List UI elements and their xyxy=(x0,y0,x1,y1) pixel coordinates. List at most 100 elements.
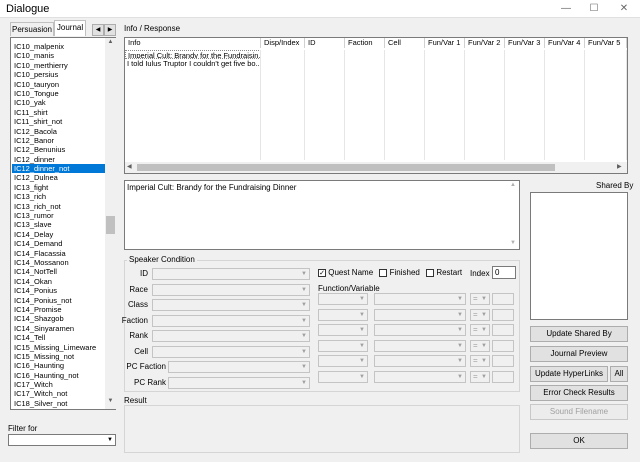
function-combo[interactable]: ▼ xyxy=(318,308,368,321)
list-item[interactable]: IC10_Tongue xyxy=(12,89,106,98)
list-item[interactable]: IC15_Missing_not xyxy=(12,352,106,361)
function-combo[interactable]: ▼ xyxy=(374,355,466,367)
list-item[interactable]: IC14_NotTell xyxy=(12,267,106,276)
tab-persuasion[interactable]: Persuasion xyxy=(10,22,54,36)
quest-name-checkbox[interactable]: ✓ xyxy=(318,268,326,277)
result-textarea[interactable] xyxy=(124,405,520,453)
list-item[interactable]: IC13_rich_not xyxy=(12,202,106,211)
minimize-button[interactable]: — xyxy=(552,0,580,18)
chevron-down-icon[interactable]: ▼ xyxy=(455,372,465,382)
chevron-down-icon[interactable]: ▼ xyxy=(357,341,367,351)
error-check-results-button[interactable]: Error Check Results xyxy=(530,385,628,401)
sound-filename-button[interactable]: Sound Filename xyxy=(530,404,628,420)
list-item[interactable]: IC14_Promise xyxy=(12,305,106,314)
function-combo[interactable]: ▼ xyxy=(318,370,368,383)
chevron-down-icon[interactable]: ▼ xyxy=(455,325,465,335)
column-header[interactable]: Fun/Var 2 xyxy=(465,38,505,48)
maximize-button[interactable]: ☐ xyxy=(580,0,608,18)
list-item[interactable]: IC14_Flacassia xyxy=(12,249,106,258)
list-item[interactable]: IC18_Silver_not xyxy=(12,399,106,408)
list-item[interactable]: IC13_slave xyxy=(12,220,106,229)
list-item[interactable]: IC12_Benunius xyxy=(12,145,106,154)
chevron-down-icon[interactable]: ▼ xyxy=(299,285,309,295)
list-item[interactable]: IC10_tauryon xyxy=(12,80,106,89)
chevron-down-icon[interactable]: ▼ xyxy=(455,341,465,351)
table-row[interactable]: I told Iulus Truptor I couldn't get five… xyxy=(125,59,261,68)
restart-checkbox[interactable] xyxy=(426,268,435,277)
speaker-field-combo[interactable]: ▼ xyxy=(168,361,310,373)
list-item[interactable]: IC13_rumor xyxy=(12,211,106,220)
table-row[interactable]: Imperial Cult: Brandy for the Fundraisin… xyxy=(125,50,261,59)
list-item[interactable]: IC14_Tell xyxy=(12,333,106,342)
function-combo[interactable]: ▼ xyxy=(318,339,368,352)
speaker-field-combo[interactable]: ▼ xyxy=(152,299,310,311)
chevron-down-icon[interactable]: ▼ xyxy=(105,435,115,445)
list-item[interactable]: IC14_Demand xyxy=(12,239,106,248)
scroll-down-icon[interactable]: ▼ xyxy=(106,398,115,407)
chevron-down-icon[interactable]: ▼ xyxy=(455,356,465,366)
operator-combo[interactable]: = ▼ xyxy=(470,370,490,383)
topic-list-scrollbar[interactable]: ▲ ▼ xyxy=(105,38,116,409)
list-item[interactable]: IC11_shirt_not xyxy=(12,117,106,126)
list-item[interactable]: IC15_Missing_Limeware xyxy=(12,343,106,352)
update-hyperlinks-button[interactable]: Update HyperLinks xyxy=(530,366,608,382)
function-combo[interactable]: ▼ xyxy=(318,355,368,367)
chevron-down-icon[interactable]: ▼ xyxy=(299,378,309,388)
speaker-field-combo[interactable]: ▼ xyxy=(152,345,310,358)
speaker-field-combo[interactable]: ▼ xyxy=(168,376,310,389)
chevron-down-icon[interactable]: ▼ xyxy=(479,310,489,320)
speaker-field-combo[interactable]: ▼ xyxy=(152,330,310,342)
chevron-down-icon[interactable]: ▼ xyxy=(479,325,489,335)
function-combo[interactable]: ▼ xyxy=(374,293,466,305)
function-combo[interactable]: ▼ xyxy=(374,324,466,336)
scroll-right-icon[interactable]: ▶ xyxy=(617,163,622,170)
operator-combo[interactable]: = ▼ xyxy=(470,293,490,305)
chevron-down-icon[interactable]: ▼ xyxy=(479,341,489,351)
index-input[interactable]: 0 xyxy=(492,266,516,279)
list-item[interactable]: IC14_Ponius_not xyxy=(12,296,106,305)
chevron-down-icon[interactable]: ▼ xyxy=(299,347,309,357)
list-item[interactable]: IC14_Delay xyxy=(12,230,106,239)
value-field[interactable] xyxy=(492,355,514,367)
list-item[interactable]: IC10_persius xyxy=(12,70,106,79)
response-textarea[interactable]: Imperial Cult: Brandy for the Fundraisin… xyxy=(124,180,520,250)
chevron-down-icon[interactable]: ▼ xyxy=(299,269,309,279)
list-item[interactable]: IC10_malpenix xyxy=(12,42,106,51)
column-header[interactable]: Fun/Var 5 xyxy=(585,38,627,48)
chevron-down-icon[interactable]: ▼ xyxy=(357,372,367,382)
scroll-down-icon[interactable]: ▼ xyxy=(510,240,516,246)
list-item[interactable]: IC12_Dulnea xyxy=(12,173,106,182)
chevron-down-icon[interactable]: ▼ xyxy=(479,372,489,382)
chevron-down-icon[interactable]: ▼ xyxy=(299,316,309,326)
scroll-up-icon[interactable]: ▲ xyxy=(106,39,115,48)
list-item[interactable]: IC14_Shazgob xyxy=(12,314,106,323)
list-item[interactable]: IC13_fight xyxy=(12,183,106,192)
info-response-table[interactable]: Info Disp/Index ID Faction Cell Fun/Var 1 Fun/… xyxy=(124,37,628,174)
value-field[interactable] xyxy=(492,324,514,336)
scroll-left-icon[interactable]: ◀ xyxy=(127,163,132,170)
list-item[interactable]: IC17_Witch xyxy=(12,380,106,389)
tab-scroll-right-button[interactable]: ▶ xyxy=(104,24,116,36)
column-header[interactable]: Fun/Var 4 xyxy=(545,38,585,48)
column-header[interactable]: Fun/Var 1 xyxy=(425,38,465,48)
chevron-down-icon[interactable]: ▼ xyxy=(299,331,309,341)
operator-combo[interactable]: = ▼ xyxy=(470,308,490,321)
list-item[interactable]: IC12_dinner_not xyxy=(12,164,106,174)
list-item[interactable]: IC17_Witch_not xyxy=(12,389,106,398)
column-header[interactable]: Fun/Var 3 xyxy=(505,38,545,48)
chevron-down-icon[interactable]: ▼ xyxy=(357,325,367,335)
list-item[interactable]: IC14_Mossanon xyxy=(12,258,106,267)
tab-scroll-left-button[interactable]: ◀ xyxy=(92,24,104,36)
table-h-scrollbar[interactable]: ◀ ▶ xyxy=(125,162,627,173)
speaker-field-combo[interactable]: ▼ xyxy=(152,314,310,327)
operator-combo[interactable]: = ▼ xyxy=(470,339,490,352)
chevron-down-icon[interactable]: ▼ xyxy=(455,310,465,320)
chevron-down-icon[interactable]: ▼ xyxy=(455,294,465,304)
chevron-down-icon[interactable]: ▼ xyxy=(299,362,309,372)
close-button[interactable]: ✕ xyxy=(610,0,638,18)
chevron-down-icon[interactable]: ▼ xyxy=(357,294,367,304)
operator-combo[interactable]: = ▼ xyxy=(470,355,490,367)
chevron-down-icon[interactable]: ▼ xyxy=(479,294,489,304)
list-item[interactable]: IC16_Haunting_not xyxy=(12,371,106,380)
list-item[interactable]: IC12_dinner xyxy=(12,155,106,164)
